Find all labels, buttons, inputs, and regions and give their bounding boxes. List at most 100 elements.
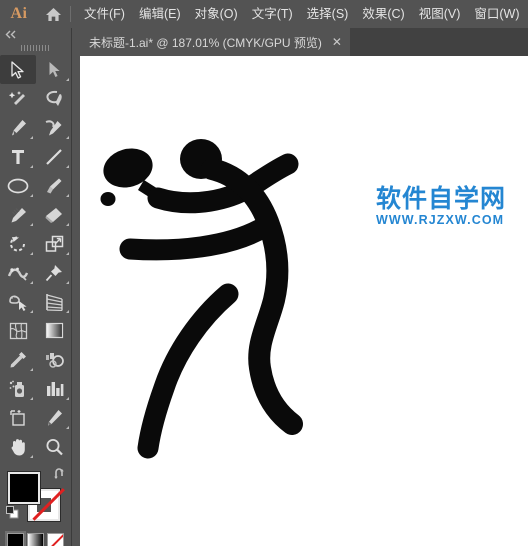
paint-mode-row bbox=[5, 531, 71, 546]
perspective-grid-icon bbox=[46, 293, 63, 311]
eraser-tool[interactable] bbox=[36, 200, 72, 229]
direct-selection-tool[interactable] bbox=[36, 55, 72, 84]
panel-grip-handle[interactable] bbox=[0, 41, 71, 54]
document-tab-bar: 未标题-1.ai* @ 187.01% (CMYK/GPU 预览) ✕ bbox=[80, 28, 528, 56]
default-fill-stroke-icon[interactable] bbox=[6, 506, 19, 524]
paintbrush-tool[interactable] bbox=[36, 171, 72, 200]
gradient-icon bbox=[45, 322, 63, 339]
shape-builder-icon bbox=[8, 295, 27, 311]
menu-item-view[interactable]: 视图(V) bbox=[412, 3, 468, 26]
watermark-chinese-text: 软件自学网 bbox=[376, 184, 507, 213]
scale-icon bbox=[45, 235, 63, 252]
illustrator-window: Ai 文件(F) 编辑(E) 对象(O) 文字(T) 选择(S) 效果(C) 视… bbox=[0, 0, 528, 546]
slice-tool[interactable] bbox=[36, 403, 72, 432]
curvature-pen-icon bbox=[45, 119, 62, 135]
mesh-tool[interactable] bbox=[0, 316, 36, 345]
none-mode-button[interactable] bbox=[47, 533, 64, 546]
rotate-icon bbox=[9, 236, 25, 251]
width-tool[interactable] bbox=[0, 258, 36, 287]
magnifier-icon bbox=[46, 438, 63, 455]
table-tennis-player-pictogram[interactable] bbox=[80, 56, 528, 546]
gradient-tool[interactable] bbox=[36, 316, 72, 345]
eyedropper-tool[interactable] bbox=[0, 345, 36, 374]
eyedropper-icon bbox=[10, 351, 26, 367]
width-warp-icon bbox=[8, 267, 28, 281]
magic-wand-tool[interactable] bbox=[0, 84, 36, 113]
gradient-mode-button[interactable] bbox=[27, 533, 44, 546]
tool-flyout-indicator bbox=[66, 223, 69, 226]
bar-chart-icon bbox=[46, 382, 63, 396]
perspective-grid-tool[interactable] bbox=[36, 287, 72, 316]
double-chevron-left-icon[interactable] bbox=[0, 28, 71, 41]
blend-tool[interactable] bbox=[36, 345, 72, 374]
tool-flyout-indicator bbox=[30, 252, 33, 255]
curvature-tool[interactable] bbox=[36, 113, 72, 142]
lasso-icon bbox=[46, 90, 62, 106]
tool-flyout-indicator bbox=[66, 165, 69, 168]
blob-brush-tool[interactable] bbox=[0, 200, 36, 229]
scale-tool[interactable] bbox=[36, 229, 72, 258]
blob-brush-icon bbox=[11, 207, 26, 222]
pen-nib-icon bbox=[12, 119, 26, 135]
column-graph-tool[interactable] bbox=[36, 374, 72, 403]
menu-item-edit[interactable]: 编辑(E) bbox=[132, 3, 188, 26]
eraser-icon bbox=[45, 207, 62, 223]
type-tool[interactable] bbox=[0, 142, 36, 171]
pen-tool[interactable] bbox=[0, 113, 36, 142]
tool-flyout-indicator bbox=[30, 136, 33, 139]
lasso-tool[interactable] bbox=[36, 84, 72, 113]
watermark-url-text: WWW.RJZXW.COM bbox=[376, 213, 505, 227]
color-mode-button[interactable] bbox=[5, 531, 26, 546]
arrow-cursor-icon bbox=[11, 60, 24, 79]
blend-icon bbox=[46, 352, 64, 368]
home-icon[interactable] bbox=[38, 0, 68, 28]
tool-flyout-indicator bbox=[66, 281, 69, 284]
swap-fill-stroke-icon[interactable] bbox=[53, 467, 66, 485]
document-tab-title: 未标题-1.ai* @ 187.01% (CMYK/GPU 预览) bbox=[89, 35, 322, 50]
shape-builder-tool[interactable] bbox=[0, 287, 36, 316]
mesh-icon bbox=[9, 322, 27, 339]
selection-tool[interactable] bbox=[0, 55, 36, 84]
tool-flyout-indicator bbox=[30, 368, 33, 371]
tool-flyout-indicator bbox=[66, 194, 69, 197]
paintbrush-icon bbox=[47, 178, 62, 193]
menu-item-select[interactable]: 选择(S) bbox=[300, 3, 356, 26]
watermark: 软件自学网 WWW.RJZXW.COM bbox=[376, 186, 528, 227]
fill-swatch[interactable] bbox=[8, 472, 40, 504]
tool-flyout-indicator bbox=[30, 165, 33, 168]
hand-tool[interactable] bbox=[0, 432, 36, 461]
symbol-sprayer-tool[interactable] bbox=[0, 374, 36, 403]
artboard-tool[interactable] bbox=[0, 403, 36, 432]
slice-knife-icon bbox=[48, 409, 62, 425]
menu-item-list: 文件(F) 编辑(E) 对象(O) 文字(T) 选择(S) 效果(C) 视图(V… bbox=[77, 3, 527, 26]
tool-flyout-indicator bbox=[30, 194, 33, 197]
tool-flyout-indicator bbox=[30, 397, 33, 400]
tool-flyout-indicator bbox=[30, 281, 33, 284]
close-icon[interactable]: ✕ bbox=[332, 36, 342, 48]
tool-flyout-indicator bbox=[66, 310, 69, 313]
tool-flyout-indicator bbox=[66, 136, 69, 139]
menu-item-window[interactable]: 窗口(W) bbox=[467, 3, 526, 26]
zoom-tool[interactable] bbox=[36, 432, 72, 461]
free-transform-tool[interactable] bbox=[36, 258, 72, 287]
artboard-icon bbox=[9, 409, 25, 426]
artboard-canvas[interactable]: 软件自学网 WWW.RJZXW.COM bbox=[80, 56, 528, 546]
tool-flyout-indicator bbox=[30, 455, 33, 458]
fill-stroke-controls bbox=[6, 467, 66, 524]
line-segment-tool[interactable] bbox=[36, 142, 72, 171]
rotate-tool[interactable] bbox=[0, 229, 36, 258]
tool-flyout-indicator bbox=[66, 78, 69, 81]
menu-item-object[interactable]: 对象(O) bbox=[188, 3, 245, 26]
document-tab[interactable]: 未标题-1.ai* @ 187.01% (CMYK/GPU 预览) ✕ bbox=[80, 28, 350, 56]
white-arrow-cursor-icon bbox=[49, 62, 60, 77]
menu-item-file[interactable]: 文件(F) bbox=[77, 3, 132, 26]
menu-bar: Ai 文件(F) 编辑(E) 对象(O) 文字(T) 选择(S) 效果(C) 视… bbox=[0, 0, 528, 28]
menu-item-effect[interactable]: 效果(C) bbox=[355, 3, 411, 26]
tool-flyout-indicator bbox=[66, 426, 69, 429]
ai-logo-icon: Ai bbox=[10, 5, 28, 22]
ellipse-icon bbox=[7, 178, 29, 193]
ellipse-tool[interactable] bbox=[0, 171, 36, 200]
diagonal-line-icon bbox=[46, 148, 62, 165]
tool-flyout-indicator bbox=[30, 223, 33, 226]
menu-item-type[interactable]: 文字(T) bbox=[245, 3, 300, 26]
